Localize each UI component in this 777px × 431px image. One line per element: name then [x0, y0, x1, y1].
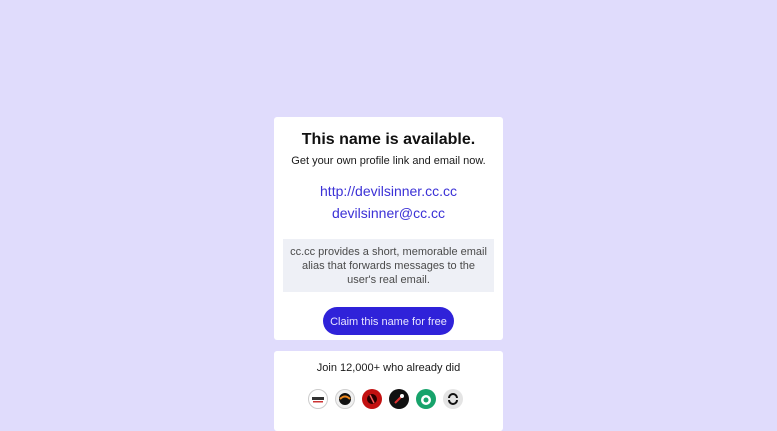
claim-button[interactable]: Claim this name for free: [323, 307, 454, 335]
avatar[interactable]: [335, 389, 355, 409]
availability-card: This name is available. Get your own pro…: [274, 117, 503, 340]
page-title: This name is available.: [301, 131, 476, 148]
avatar[interactable]: [389, 389, 409, 409]
avatar-list: [308, 389, 463, 409]
avatar[interactable]: [362, 389, 382, 409]
avatar-image: [448, 393, 458, 405]
avatar[interactable]: [416, 389, 436, 409]
info-box: cc.cc provides a short, memorable email …: [283, 239, 494, 292]
join-card: Join 12,000+ who already did: [274, 351, 503, 431]
avatar[interactable]: [308, 389, 328, 409]
avatar[interactable]: [443, 389, 463, 409]
avatar-image: [394, 394, 404, 404]
avatar-image: [367, 394, 377, 404]
avatar-image: [339, 393, 351, 405]
join-text: Join 12,000+ who already did: [316, 362, 461, 374]
subtitle: Get your own profile link and email now.: [291, 155, 486, 167]
avatar-image: [312, 397, 324, 403]
avatar-image: [421, 395, 431, 405]
profile-link[interactable]: http://devilsinner.cc.cc: [274, 182, 503, 200]
email-link[interactable]: devilsinner@cc.cc: [274, 204, 503, 222]
